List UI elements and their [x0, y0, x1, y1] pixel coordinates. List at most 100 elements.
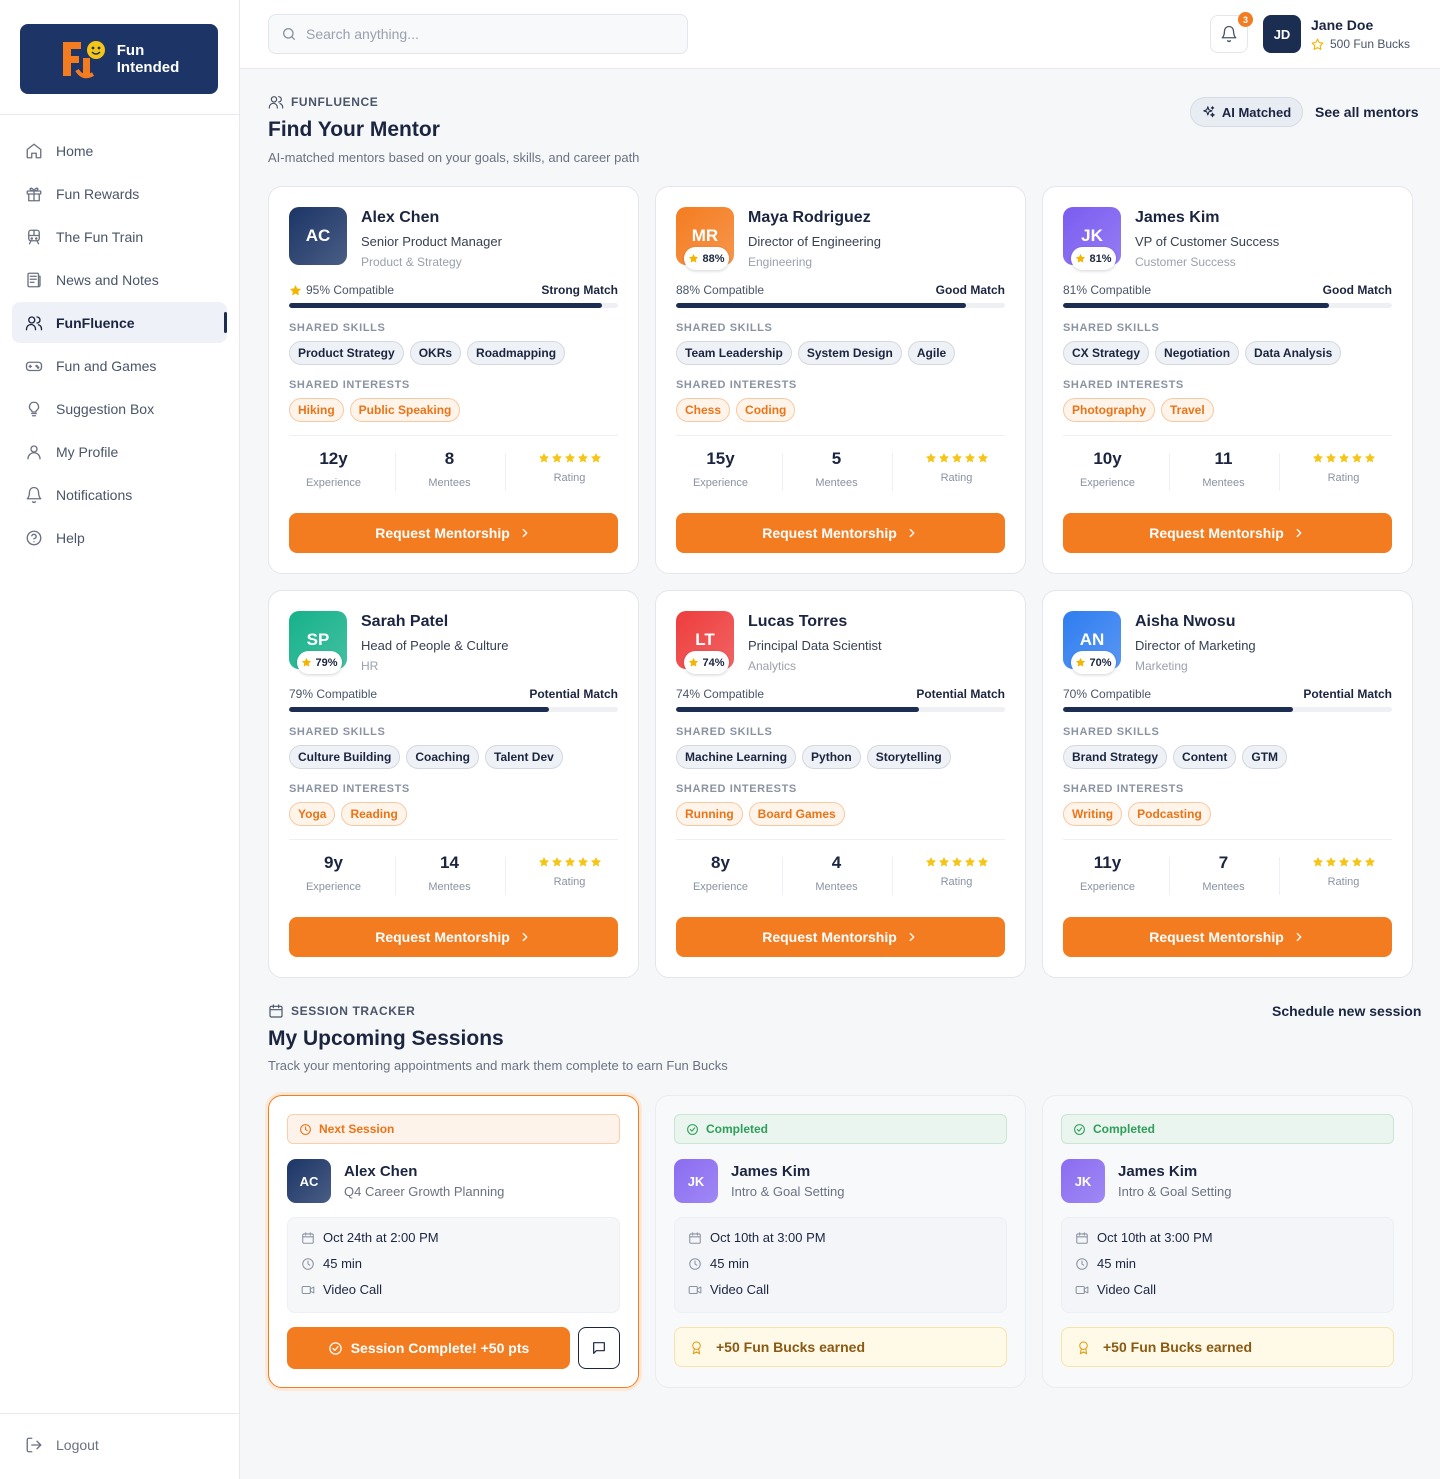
- fun-bucks-earned-label: +50 Fun Bucks earned: [716, 1339, 866, 1355]
- user-avatar[interactable]: JD: [1263, 15, 1301, 53]
- compatibility-badge-value: 88%: [702, 252, 725, 265]
- request-mentorship-label: Request Mentorship: [1149, 525, 1284, 541]
- rating-star-icon: [977, 453, 988, 463]
- schedule-session-link[interactable]: Schedule new session: [1272, 1003, 1421, 1019]
- rating-star-icon: [1351, 857, 1362, 867]
- match-strength: Potential Match: [1303, 687, 1392, 701]
- clock-icon: [300, 1123, 311, 1135]
- stat-divider: [395, 857, 396, 895]
- compatibility-text: 81% Compatible: [1063, 283, 1151, 297]
- search-input[interactable]: [306, 26, 666, 42]
- session-details: Oct 24th at 2:00 PM 45 min Video Call: [287, 1217, 620, 1313]
- match-strength: Strong Match: [541, 283, 618, 297]
- brand-logo[interactable]: Fun Intended: [20, 24, 218, 94]
- experience-stat: 12y Experience: [281, 449, 386, 489]
- compatibility-bar: [289, 303, 618, 308]
- request-mentorship-button[interactable]: Request Mentorship: [676, 513, 1005, 553]
- sidebar-item-label: Fun Rewards: [56, 185, 140, 202]
- mentees-value: 8: [444, 449, 455, 468]
- compatibility-text: 79% Compatible: [289, 687, 377, 701]
- shared-interests-label: SHARED INTERESTS: [289, 379, 410, 391]
- bell-icon: [1221, 25, 1237, 43]
- stat-divider: [505, 857, 506, 895]
- sessions-title: My Upcoming Sessions: [268, 1027, 504, 1050]
- skill-chip: System Design: [797, 341, 902, 365]
- interests-chips: Running Board Games: [676, 802, 845, 826]
- mentees-label: Mentees: [1202, 881, 1245, 893]
- session-mentor-name: James Kim: [731, 1163, 811, 1180]
- request-mentorship-button[interactable]: Request Mentorship: [1063, 513, 1392, 553]
- request-mentorship-button[interactable]: Request Mentorship: [289, 513, 618, 553]
- session-topic: Q4 Career Growth Planning: [344, 1184, 505, 1199]
- request-mentorship-button[interactable]: Request Mentorship: [676, 917, 1005, 957]
- skill-chip: Culture Building: [289, 745, 401, 769]
- compatibility-text: 95% Compatible: [289, 283, 394, 297]
- notifications-button[interactable]: 3: [1210, 12, 1253, 53]
- mentees-value: 11: [1214, 449, 1233, 468]
- rating-star-icon: [925, 453, 936, 463]
- mentor-avatar: AC: [289, 207, 347, 265]
- ai-matched-badge[interactable]: AI Matched: [1190, 97, 1303, 127]
- message-square-icon: [593, 1342, 605, 1354]
- help-circle-icon: [26, 530, 42, 545]
- rating-star-icon: [1351, 453, 1362, 463]
- mentor-department: HR: [361, 659, 379, 673]
- message-button[interactable]: [578, 1327, 620, 1369]
- mentors-eyebrow: FUNFLUENCE: [268, 94, 378, 110]
- search-box[interactable]: [268, 14, 688, 54]
- sidebar-item-fun-rewards[interactable]: Fun Rewards: [12, 173, 227, 214]
- compatibility-bar: [1063, 303, 1392, 308]
- check-circle-icon: [328, 1341, 342, 1355]
- sidebar-item-the-fun-train[interactable]: The Fun Train: [12, 216, 227, 257]
- interest-chip: Chess: [676, 398, 731, 422]
- request-mentorship-button[interactable]: Request Mentorship: [1063, 917, 1392, 957]
- rating-star-icon: [564, 857, 575, 867]
- sidebar-item-news-and-notes[interactable]: News and Notes: [12, 259, 227, 300]
- fun-bucks-earned-label: +50 Fun Bucks earned: [1103, 1339, 1253, 1355]
- sidebar-item-fun-and-games[interactable]: Fun and Games: [12, 345, 227, 386]
- sidebar-item-my-profile[interactable]: My Profile: [12, 431, 227, 472]
- stat-divider: [395, 453, 396, 491]
- session-status-label: Completed: [1093, 1122, 1156, 1136]
- shared-skills-label: SHARED SKILLS: [289, 726, 386, 738]
- rating-star-icon: [1338, 857, 1349, 867]
- interest-chip: Hiking: [289, 398, 344, 422]
- card-divider: [1063, 435, 1392, 436]
- request-mentorship-button[interactable]: Request Mentorship: [289, 917, 618, 957]
- compatibility-badge: 79%: [297, 651, 342, 674]
- sidebar-item-notifications[interactable]: Notifications: [12, 474, 227, 515]
- logout-button[interactable]: Logout: [25, 1436, 99, 1454]
- mentor-name: James Kim: [1135, 209, 1220, 226]
- compatibility-badge: 74%: [684, 651, 729, 674]
- sidebar-item-label: Help: [56, 529, 85, 546]
- top-bar: 3 JD Jane Doe 500 Fun Bucks: [240, 0, 1440, 69]
- brand-name: Fun Intended: [117, 42, 180, 76]
- experience-label: Experience: [305, 477, 362, 489]
- experience-label: Experience: [1079, 881, 1136, 893]
- brand-line2: Intended: [116, 59, 180, 76]
- shared-skills-label: SHARED SKILLS: [676, 726, 773, 738]
- mentor-role: Director of Engineering: [748, 234, 881, 249]
- sidebar-item-home[interactable]: Home: [12, 130, 227, 171]
- card-divider: [289, 839, 618, 840]
- interest-chip: Writing: [1063, 802, 1123, 826]
- rating-star-icon: [977, 857, 988, 867]
- rating-star-icon: [938, 453, 949, 463]
- sidebar-item-label: Suggestion Box: [56, 400, 155, 417]
- see-all-mentors-link[interactable]: See all mentors: [1315, 104, 1419, 120]
- sidebar-item-suggestion-box[interactable]: Suggestion Box: [12, 388, 227, 429]
- session-complete-button[interactable]: Session Complete! +50 pts: [287, 1327, 570, 1369]
- interest-chip: Public Speaking: [349, 398, 461, 422]
- session-duration-row: 45 min: [1075, 1256, 1136, 1271]
- rating-stat: Rating: [904, 853, 1009, 888]
- mentor-name: Sarah Patel: [361, 613, 449, 630]
- logout-label: Logout: [56, 1437, 99, 1453]
- session-avatar: JK: [674, 1159, 718, 1203]
- sidebar-item-help[interactable]: Help: [12, 517, 227, 558]
- stat-divider: [1169, 453, 1170, 491]
- sidebar-item-funfluence[interactable]: FunFluence: [12, 302, 227, 343]
- ai-matched-label: AI Matched: [1221, 104, 1292, 120]
- experience-label: Experience: [692, 477, 749, 489]
- mentor-department: Product & Strategy: [361, 255, 462, 269]
- session-mentor-name: Alex Chen: [344, 1163, 418, 1180]
